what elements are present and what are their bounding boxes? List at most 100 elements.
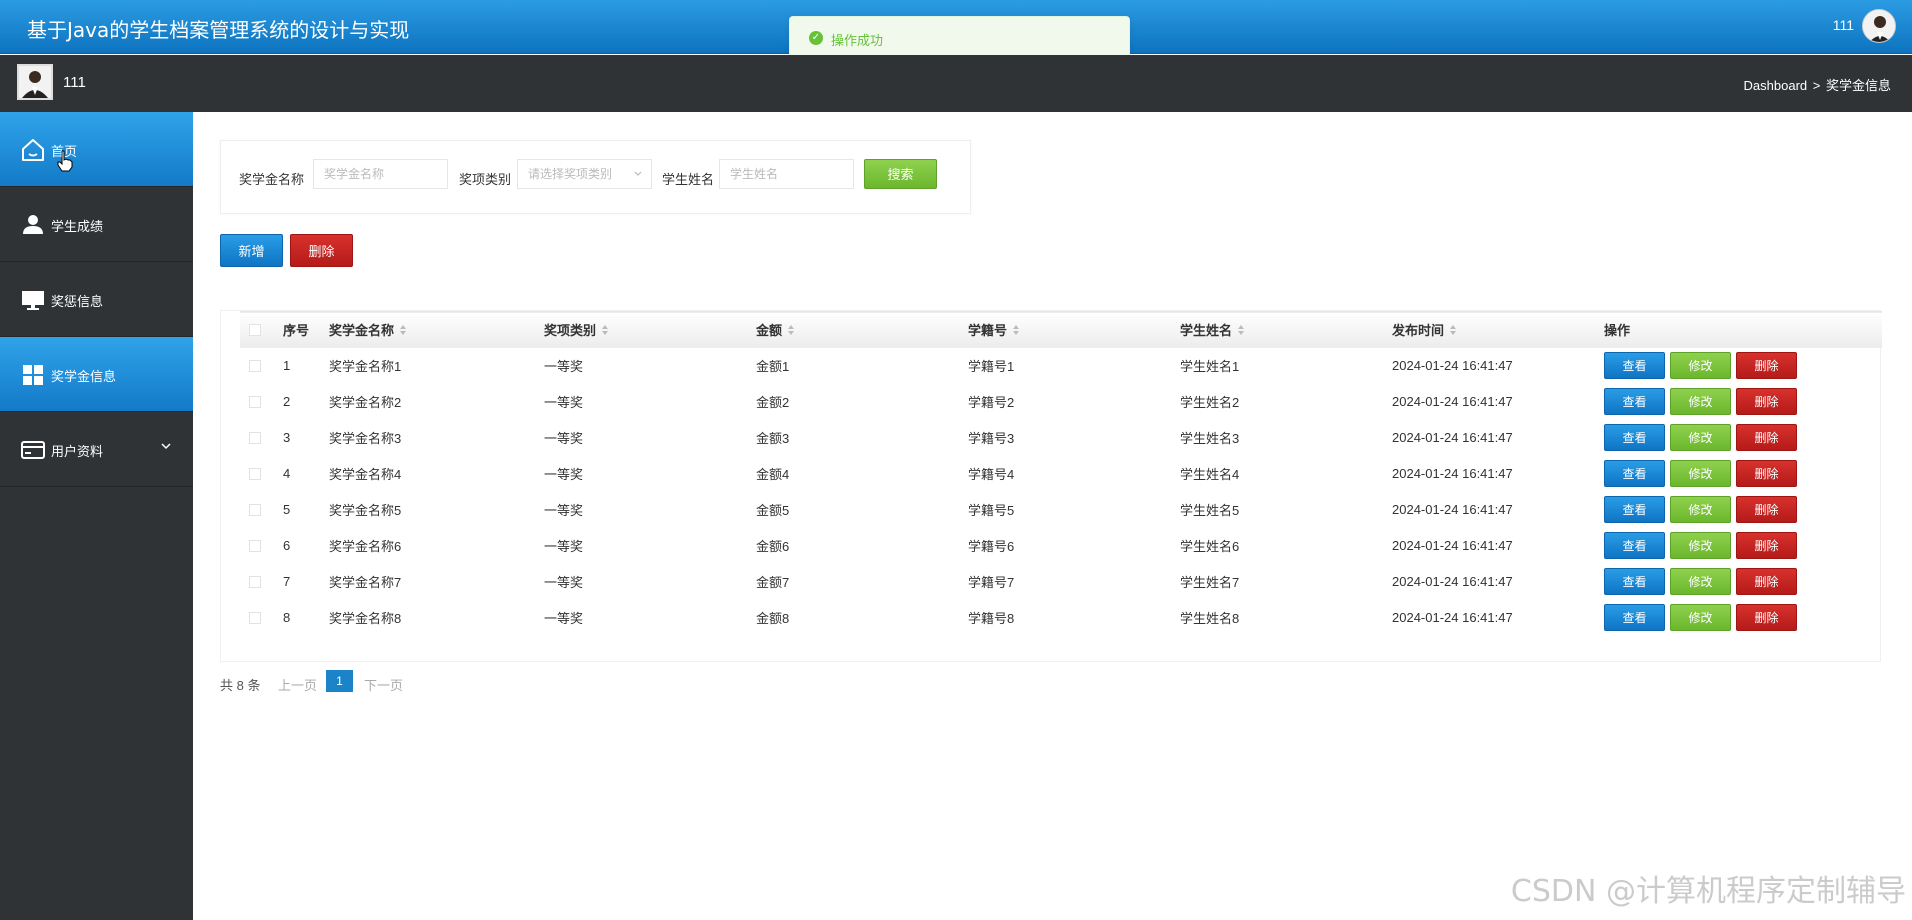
check-circle-icon: ✓ [809, 31, 823, 45]
scholarship-name-input[interactable]: 奖学金名称 [313, 159, 448, 189]
search-button[interactable]: 搜索 [864, 159, 937, 189]
view-button[interactable]: 查看 [1604, 388, 1665, 415]
sidebar-item-label: 奖学金信息 [51, 369, 117, 384]
header-username[interactable]: 111 [1833, 17, 1854, 33]
table-header-row: 序号 奖学金名称 奖项类别 金额 学籍号 学生姓名 发布时间 操作 [240, 311, 1882, 348]
sort-icon[interactable] [601, 324, 609, 336]
delete-button[interactable]: 删除 [1736, 424, 1797, 451]
cell-student-id: 学籍号5 [968, 503, 1015, 518]
view-button[interactable]: 查看 [1604, 352, 1665, 379]
edit-button[interactable]: 修改 [1670, 388, 1731, 415]
main-content: 奖学金名称 奖学金名称 奖项类别 请选择奖项类别 学生姓名 学生姓名 搜索 新增… [193, 112, 1912, 920]
view-button[interactable]: 查看 [1604, 604, 1665, 631]
row-checkbox [240, 420, 283, 456]
grid-icon [23, 365, 43, 385]
view-button[interactable]: 查看 [1604, 496, 1665, 523]
cell-time: 2024-01-24 16:41:47 [1392, 394, 1513, 409]
view-button[interactable]: 查看 [1604, 460, 1665, 487]
row-checkbox[interactable] [249, 431, 261, 444]
sort-icon[interactable] [399, 324, 407, 336]
row-checkbox[interactable] [249, 575, 261, 588]
row-checkbox[interactable] [249, 395, 261, 408]
edit-button[interactable]: 修改 [1670, 460, 1731, 487]
chevron-down-icon [161, 443, 171, 450]
edit-button[interactable]: 修改 [1670, 352, 1731, 379]
next-page-button[interactable]: 下一页 [364, 675, 403, 694]
sort-icon[interactable] [787, 324, 795, 336]
row-checkbox [240, 348, 283, 384]
cell-amount: 金额7 [756, 575, 790, 590]
cell-student-name: 学生姓名6 [1180, 539, 1240, 554]
cell-actions: 查看 修改 删除 [1604, 492, 1882, 528]
sidebar-item-label: 用户资料 [51, 444, 104, 459]
view-button[interactable]: 查看 [1604, 424, 1665, 451]
delete-button[interactable]: 删除 [1736, 604, 1797, 631]
delete-button[interactable]: 删除 [1736, 568, 1797, 595]
search-form: 奖学金名称 奖学金名称 奖项类别 请选择奖项类别 学生姓名 学生姓名 搜索 [220, 140, 971, 214]
total-count: 共 8 条 [220, 678, 261, 693]
cell-amount: 金额8 [756, 611, 790, 626]
edit-button[interactable]: 修改 [1670, 424, 1731, 451]
sidebar-item-scholarship[interactable]: 奖学金信息 [0, 337, 193, 412]
sidebar: 首页 学生成绩 奖惩信息 奖学金信息 [0, 112, 193, 920]
col-header-time[interactable]: 发布时间 [1392, 312, 1604, 348]
row-checkbox[interactable] [249, 467, 261, 480]
student-name-input[interactable]: 学生姓名 [719, 159, 854, 189]
col-header-type[interactable]: 奖项类别 [544, 312, 756, 348]
view-button[interactable]: 查看 [1604, 532, 1665, 559]
cell-type: 一等奖 [544, 503, 584, 518]
award-type-placeholder: 请选择奖项类别 [528, 167, 613, 181]
select-all-checkbox[interactable] [249, 323, 261, 336]
cell-amount: 金额5 [756, 503, 790, 518]
col-header-amount[interactable]: 金额 [756, 312, 968, 348]
breadcrumb-separator: > [1812, 78, 1821, 93]
edit-button[interactable]: 修改 [1670, 532, 1731, 559]
sidebar-item-grades[interactable]: 学生成绩 [0, 187, 193, 262]
cell-student-id: 学籍号2 [968, 395, 1015, 410]
delete-button[interactable]: 删除 [1736, 388, 1797, 415]
cell-time: 2024-01-24 16:41:47 [1392, 610, 1513, 625]
cell-no: 2 [283, 394, 291, 409]
cell-type: 一等奖 [544, 395, 584, 410]
sort-icon[interactable] [1012, 324, 1020, 336]
view-button[interactable]: 查看 [1604, 568, 1665, 595]
cell-actions: 查看 修改 删除 [1604, 600, 1882, 636]
delete-button[interactable]: 删除 [1736, 460, 1797, 487]
cell-amount: 金额2 [756, 395, 790, 410]
delete-button[interactable]: 删除 [1736, 352, 1797, 379]
sort-icon[interactable] [1237, 324, 1245, 336]
delete-button[interactable]: 删除 [1736, 496, 1797, 523]
prev-page-button[interactable]: 上一页 [278, 675, 317, 694]
award-type-select[interactable]: 请选择奖项类别 [517, 159, 652, 189]
cell-amount: 金额6 [756, 539, 790, 554]
col-header-name[interactable]: 奖学金名称 [329, 312, 544, 348]
sidebar-item-home[interactable]: 首页 [0, 112, 193, 187]
col-header-student-id[interactable]: 学籍号 [968, 312, 1180, 348]
sidebar-item-rewards[interactable]: 奖惩信息 [0, 262, 193, 337]
cell-no: 8 [283, 610, 291, 625]
col-header-actions: 操作 [1604, 323, 1631, 339]
cell-type: 一等奖 [544, 575, 584, 590]
table-row: 8 奖学金名称8 一等奖 金额8 学籍号8 学生姓名8 2024-01-24 16:41:4… [240, 600, 1882, 636]
sort-icon[interactable] [1449, 324, 1457, 336]
breadcrumb-dashboard[interactable]: Dashboard [1744, 78, 1808, 93]
edit-button[interactable]: 修改 [1670, 496, 1731, 523]
edit-button[interactable]: 修改 [1670, 568, 1731, 595]
hand-cursor-icon [57, 150, 73, 172]
row-checkbox[interactable] [249, 611, 261, 624]
row-checkbox[interactable] [249, 359, 261, 372]
cell-time: 2024-01-24 16:41:47 [1392, 574, 1513, 589]
edit-button[interactable]: 修改 [1670, 604, 1731, 631]
add-button[interactable]: 新增 [220, 234, 283, 267]
row-checkbox[interactable] [249, 539, 261, 552]
batch-delete-button[interactable]: 删除 [290, 234, 353, 267]
row-checkbox[interactable] [249, 503, 261, 516]
sidebar-item-profile[interactable]: 用户资料 [0, 412, 193, 487]
delete-button[interactable]: 删除 [1736, 532, 1797, 559]
page-1-button[interactable]: 1 [326, 670, 353, 692]
cell-type: 一等奖 [544, 359, 584, 374]
cell-student-name: 学生姓名5 [1180, 503, 1240, 518]
col-header-student-name[interactable]: 学生姓名 [1180, 312, 1392, 348]
scholarship-table: 序号 奖学金名称 奖项类别 金额 学籍号 学生姓名 发布时间 操作 1 奖学金名称… [240, 311, 1882, 636]
header-avatar[interactable] [1862, 9, 1896, 43]
